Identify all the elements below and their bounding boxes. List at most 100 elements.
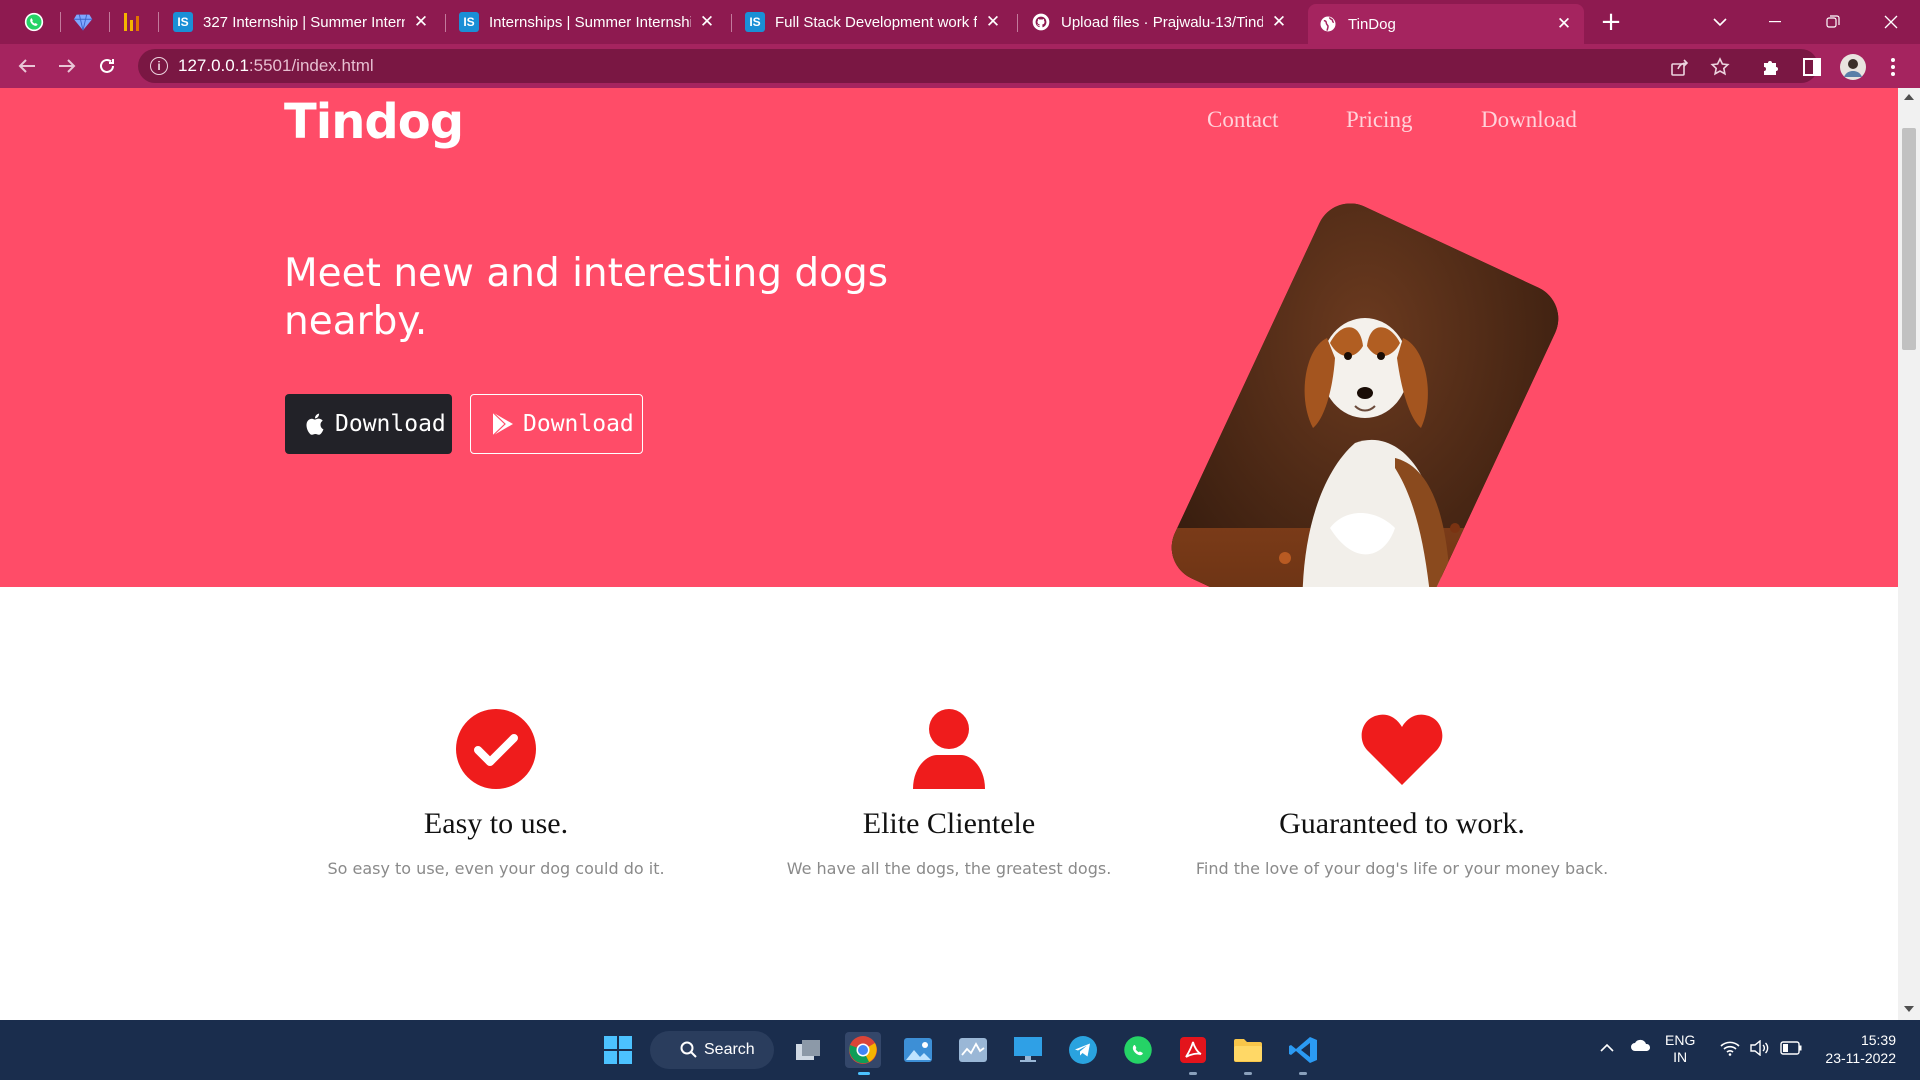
wifi-icon: [1720, 1041, 1740, 1056]
bar-chart-icon: [124, 13, 139, 31]
heart-icon: [1360, 707, 1444, 791]
tab-internship-1[interactable]: IS 327 Internship | Summer Intern ✕: [163, 4, 441, 40]
share-button[interactable]: [1668, 55, 1692, 79]
feature-description: We have all the dogs, the greatest dogs.: [786, 859, 1112, 878]
internshala-icon: IS: [173, 12, 193, 32]
side-panel-button[interactable]: [1799, 54, 1825, 80]
arrow-left-icon: [18, 59, 35, 73]
reload-icon: [100, 58, 114, 73]
minimize-icon: [1769, 21, 1781, 23]
battery-icon: [1780, 1041, 1802, 1055]
pinned-tab-analytics[interactable]: [117, 7, 147, 37]
vscode-icon: [1289, 1037, 1317, 1063]
share-icon: [1671, 59, 1689, 76]
tab-title: Internships | Summer Internship: [489, 13, 691, 31]
monitor-chart-icon: [959, 1038, 987, 1062]
taskbar-telegram[interactable]: [1065, 1032, 1101, 1068]
taskbar-file-explorer[interactable]: [1230, 1032, 1266, 1068]
extensions-button[interactable]: [1758, 54, 1784, 80]
internshala-icon: IS: [459, 12, 479, 32]
restore-icon: [1826, 15, 1840, 28]
nav-pricing-link[interactable]: Pricing: [1346, 107, 1412, 133]
search-label: Search: [704, 1041, 755, 1058]
chevron-up-icon: [1600, 1043, 1614, 1052]
taskbar-chrome[interactable]: [845, 1032, 881, 1068]
url-text[interactable]: 127.0.0.1:5501/index.html: [178, 56, 374, 76]
clock[interactable]: 15:39 23-11-2022: [1812, 1031, 1912, 1067]
close-tab-icon[interactable]: ✕: [697, 12, 717, 32]
windows-logo-icon: [604, 1036, 632, 1064]
pinned-tab-whatsapp[interactable]: [19, 7, 49, 37]
reload-button[interactable]: [92, 51, 122, 81]
apple-download-label: Download: [335, 411, 446, 437]
tab-internship-2[interactable]: IS Internships | Summer Internship ✕: [449, 4, 727, 40]
bookmark-button[interactable]: [1708, 55, 1732, 79]
google-play-icon: [491, 411, 515, 437]
user-icon: [907, 707, 991, 791]
close-tab-icon[interactable]: ✕: [983, 12, 1003, 32]
side-panel-icon: [1803, 58, 1821, 76]
profile-avatar[interactable]: [1840, 54, 1866, 80]
apple-download-button[interactable]: Download: [285, 394, 452, 454]
nav-download-link[interactable]: Download: [1481, 107, 1577, 133]
task-view-icon: [796, 1040, 820, 1060]
tab-search-button[interactable]: [1705, 8, 1735, 36]
taskbar-vscode[interactable]: [1285, 1032, 1321, 1068]
page-scrollbar[interactable]: [1898, 88, 1920, 1020]
tab-full-stack[interactable]: IS Full Stack Development work fr ✕: [735, 4, 1013, 40]
page-viewport: Tindog Contact Pricing Download Meet new…: [0, 88, 1898, 1020]
network-button[interactable]: [1720, 1040, 1740, 1059]
language-indicator[interactable]: ENG IN: [1665, 1032, 1695, 1066]
apple-icon: [305, 412, 327, 436]
taskbar-photos[interactable]: [900, 1032, 936, 1068]
cloud-icon: [1631, 1039, 1651, 1051]
close-tab-icon[interactable]: ✕: [1554, 14, 1574, 34]
tab-tindog-active[interactable]: TinDog ✕: [1308, 4, 1584, 44]
tab-github-upload[interactable]: Upload files · Prajwalu-13/Tindo ✕: [1021, 4, 1299, 40]
close-tab-icon[interactable]: ✕: [1269, 12, 1289, 32]
puzzle-icon: [1764, 61, 1778, 75]
telegram-icon: [1069, 1036, 1097, 1064]
chevron-down-icon: [1713, 18, 1727, 27]
new-tab-button[interactable]: +: [1596, 7, 1626, 37]
close-tab-icon[interactable]: ✕: [411, 12, 431, 32]
restore-button[interactable]: [1818, 8, 1848, 36]
taskbar-search-box[interactable]: Search: [650, 1031, 774, 1069]
volume-button[interactable]: [1750, 1039, 1770, 1059]
show-hidden-icons-button[interactable]: [1600, 1040, 1614, 1056]
close-window-button[interactable]: [1876, 8, 1906, 36]
scroll-down-arrow[interactable]: [1904, 1006, 1914, 1012]
browser-tab-strip: IS 327 Internship | Summer Intern ✕ IS I…: [0, 0, 1920, 44]
features-section: Easy to use. So easy to use, even your d…: [0, 587, 1898, 1020]
onedrive-button[interactable]: [1630, 1038, 1652, 1055]
browser-menu-button[interactable]: [1880, 54, 1906, 80]
battery-button[interactable]: [1780, 1041, 1802, 1058]
brand-logo[interactable]: Tindog: [284, 94, 464, 150]
taskbar-acrobat[interactable]: [1175, 1032, 1211, 1068]
scroll-up-arrow[interactable]: [1904, 94, 1914, 100]
feature-title: Guaranteed to work.: [1279, 807, 1525, 840]
google-play-download-button[interactable]: Download: [470, 394, 643, 454]
pinned-tab-gem[interactable]: [68, 7, 98, 37]
taskbar-whatsapp[interactable]: [1120, 1032, 1156, 1068]
minimize-button[interactable]: [1760, 8, 1790, 36]
taskbar-remote-desktop[interactable]: [1010, 1032, 1046, 1068]
nav-contact-link[interactable]: Contact: [1207, 107, 1279, 133]
desktop-icon: [1014, 1037, 1042, 1062]
address-bar[interactable]: i 127.0.0.1:5501/index.html: [138, 49, 1818, 83]
forward-button[interactable]: [52, 51, 82, 81]
windows-taskbar: Search ENG IN 15:39 23-11-2022: [0, 1020, 1920, 1080]
github-icon: [1031, 12, 1051, 32]
kebab-menu-icon: [1891, 58, 1895, 76]
back-button[interactable]: [12, 51, 42, 81]
avatar-icon: [1840, 54, 1866, 80]
scrollbar-thumb[interactable]: [1902, 128, 1916, 350]
taskbar-monitor-app[interactable]: [955, 1032, 991, 1068]
dog-photo: [1160, 192, 1570, 587]
clock-time: 15:39: [1860, 1032, 1896, 1048]
task-view-button[interactable]: [790, 1032, 826, 1068]
tab-title: Full Stack Development work fr: [775, 13, 977, 31]
site-info-icon[interactable]: i: [150, 57, 168, 75]
start-button[interactable]: [600, 1032, 636, 1068]
feature-description: Find the love of your dog's life or your…: [1195, 859, 1609, 878]
